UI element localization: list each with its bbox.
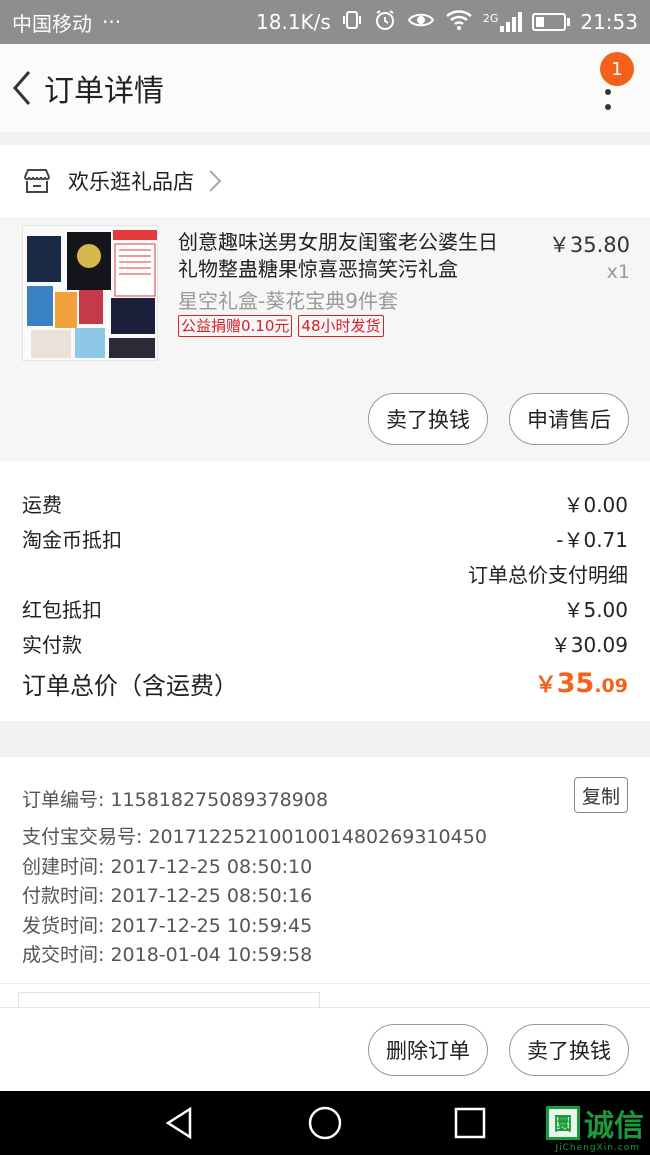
watermark-logo: 圜: [546, 1106, 580, 1140]
coins-row: 淘金币抵扣 -￥0.71: [22, 521, 628, 555]
closed-time: 成交时间: 2018-01-04 10:59:58: [22, 944, 313, 966]
order-meta: 订单编号: 115818275089378908 复制 支付宝交易号: 2017…: [0, 757, 650, 983]
total-decimal: .09: [594, 675, 628, 697]
after-sales-button[interactable]: 申请售后: [509, 393, 629, 445]
watermark-url: JiChengXin.com: [555, 1143, 640, 1153]
signal-bars-icon: [500, 12, 523, 32]
system-nav-bar: 圜 诚信 JiChengXin.com: [0, 1091, 650, 1155]
battery-icon: [532, 13, 571, 31]
coins-label: 淘金币抵扣: [22, 527, 122, 552]
product-price: ￥35.80: [548, 233, 630, 257]
total-label: 订单总价（含运费）: [22, 671, 238, 700]
redpacket-label: 红包抵扣: [22, 597, 102, 622]
alarm-icon: [373, 8, 397, 37]
nav-back-icon[interactable]: [162, 1105, 198, 1141]
bottom-sell-button[interactable]: 卖了换钱: [509, 1024, 629, 1076]
status-bar: 中国移动 ··· 18.1K/s 2G 21:53: [0, 0, 650, 44]
product-title[interactable]: 创意趣味送男女朋友闺蜜老公婆生日礼物整蛊糖果惊喜恶搞笑污礼盒: [178, 229, 508, 283]
copy-button[interactable]: 复制: [574, 777, 628, 813]
chevron-right-icon: [209, 170, 222, 192]
store-icon: [24, 169, 50, 193]
notification-dots: ···: [102, 10, 122, 34]
paid-row: 实付款 ￥30.09: [22, 626, 628, 660]
sell-for-cash-button[interactable]: 卖了换钱: [368, 393, 488, 445]
paid-label: 实付款: [22, 632, 82, 657]
shipping-row: 运费 ￥0.00: [22, 486, 628, 520]
redpacket-row: 红包抵扣 ￥5.00: [22, 591, 628, 625]
shop-name: 欢乐逛礼品店: [68, 170, 194, 194]
carrier-label: 中国移动: [12, 11, 92, 36]
product-thumbnail[interactable]: [22, 225, 158, 361]
created-time: 创建时间: 2017-12-25 08:50:10: [22, 856, 313, 878]
shipping-label: 运费: [22, 492, 62, 517]
network-type: 2G: [482, 12, 499, 25]
paid-value: ￥30.09: [550, 632, 628, 657]
back-button[interactable]: [0, 44, 44, 132]
shipped-time: 发货时间: 2017-12-25 10:59:45: [22, 915, 313, 937]
order-number: 订单编号: 115818275089378908: [22, 789, 329, 811]
nav-home-icon[interactable]: [307, 1105, 343, 1141]
watermark-text: 诚信: [584, 1109, 644, 1144]
fee-summary: 运费 ￥0.00 淘金币抵扣 -￥0.71 订单总价支付明细 红包抵扣 ￥5.0…: [0, 461, 650, 721]
watermark: 圜 诚信 JiChengXin.com: [546, 1101, 644, 1153]
detail-row: 订单总价支付明细: [22, 556, 628, 590]
vibrate-icon: [341, 9, 363, 36]
notification-badge: 1: [600, 52, 634, 86]
shop-row[interactable]: 欢乐逛礼品店: [0, 145, 650, 217]
cell-signal: 2G: [483, 12, 523, 32]
total-integer: 35: [556, 668, 595, 699]
bottom-action-bar: 删除订单 卖了换钱: [0, 1007, 650, 1091]
alipay-number: 支付宝交易号: 2017122521001001480269310450: [22, 826, 487, 848]
shipping-tag: 48小时发货: [298, 315, 384, 337]
product-quantity: x1: [606, 261, 630, 283]
total-currency: ￥: [534, 673, 557, 698]
network-speed: 18.1K/s: [256, 10, 331, 34]
nav-recents-icon[interactable]: [452, 1105, 488, 1141]
eye-icon: [407, 9, 435, 36]
separator: [0, 983, 650, 1012]
clock: 21:53: [580, 10, 638, 34]
delete-order-button[interactable]: 删除订单: [368, 1024, 488, 1076]
chevron-left-icon: [13, 71, 31, 105]
total-row: 订单总价（含运费） ￥35.09: [22, 661, 628, 705]
charity-tag: 公益捐赠0.10元: [178, 315, 293, 337]
order-item[interactable]: 创意趣味送男女朋友闺蜜老公婆生日礼物整蛊糖果惊喜恶搞笑污礼盒 星空礼盒-葵花宝典…: [0, 217, 650, 461]
page-title: 订单详情: [44, 74, 164, 109]
redpacket-value: ￥5.00: [563, 597, 628, 622]
paid-time: 付款时间: 2017-12-25 08:50:16: [22, 885, 313, 907]
app-header: 订单详情 1: [0, 44, 650, 132]
shipping-value: ￥0.00: [563, 492, 628, 517]
wifi-icon: [445, 9, 473, 36]
product-sku: 星空礼盒-葵花宝典9件套: [178, 289, 398, 313]
payment-detail-link[interactable]: 订单总价支付明细: [468, 559, 628, 588]
coins-value: -￥0.71: [556, 527, 628, 552]
product-tags: 公益捐赠0.10元 48小时发货: [178, 315, 384, 337]
total-amount: ￥35.09: [535, 667, 628, 699]
